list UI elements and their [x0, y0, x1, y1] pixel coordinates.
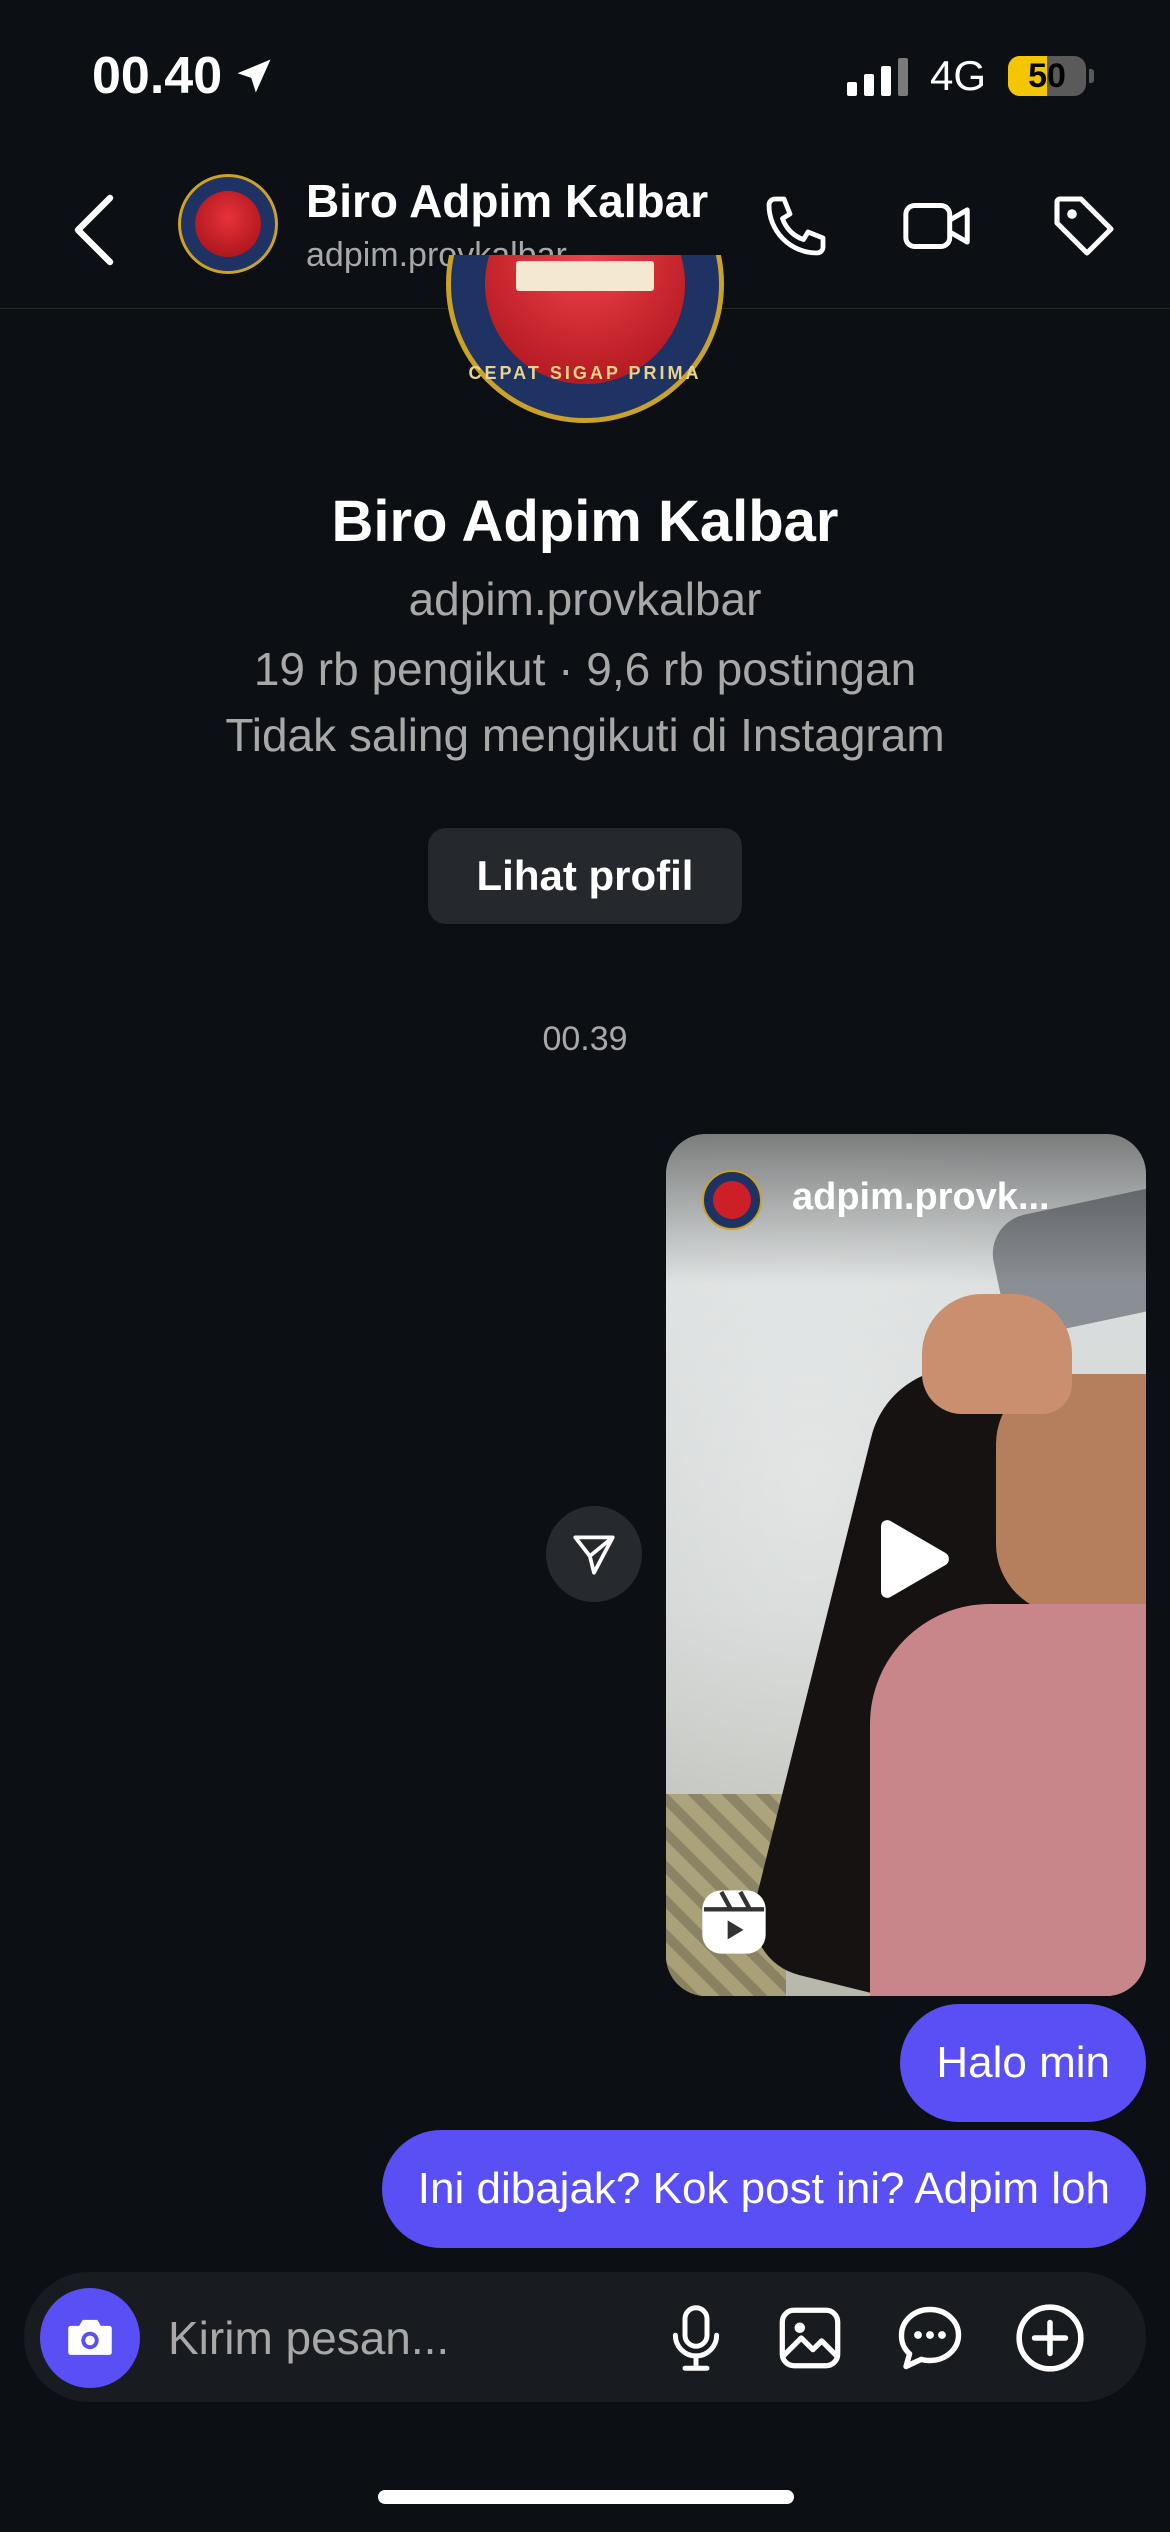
- status-indicators: 4G 50: [846, 52, 1094, 100]
- back-button[interactable]: [66, 190, 126, 270]
- profile-name: Biro Adpim Kalbar: [331, 489, 839, 554]
- more-options-button[interactable]: [1008, 2296, 1092, 2380]
- battery-icon: 50: [1008, 56, 1094, 96]
- header-name[interactable]: Biro Adpim Kalbar: [306, 174, 708, 228]
- reel-thumbnail-shirt: [870, 1604, 1146, 1996]
- profile-logo: CEPAT SIGAP PRIMA: [446, 255, 724, 455]
- reel-thumbnail-hand: [922, 1294, 1072, 1414]
- sticker-chat-icon: [898, 2306, 962, 2370]
- gallery-icon: [779, 2307, 841, 2369]
- message-bubble[interactable]: Halo min: [900, 2004, 1146, 2122]
- camera-icon: [68, 2319, 112, 2355]
- send-icon: [573, 1535, 615, 1575]
- view-profile-button[interactable]: Lihat profil: [428, 828, 742, 924]
- video-call-button[interactable]: [898, 186, 978, 266]
- tag-icon: [1054, 196, 1114, 256]
- camera-button[interactable]: [40, 2288, 140, 2388]
- follow-status: Tidak saling mengikuti di Instagram: [225, 709, 945, 761]
- battery-percent: 50: [1028, 56, 1066, 95]
- play-icon[interactable]: [866, 1514, 956, 1614]
- message-bubble[interactable]: Ini dibajak? Kok post ini? Adpim loh: [381, 2130, 1146, 2248]
- status-time: 00.40: [92, 46, 276, 106]
- location-arrow-icon: [237, 59, 271, 93]
- back-arrow-icon: [74, 194, 114, 266]
- message-timestamp: 00.39: [542, 1020, 628, 1058]
- home-indicator[interactable]: [378, 2490, 794, 2504]
- share-button[interactable]: [546, 1506, 642, 1602]
- tag-button[interactable]: [1044, 186, 1124, 266]
- shared-reel[interactable]: adpim.provk...: [666, 1134, 1146, 1996]
- sticker-button[interactable]: [888, 2296, 972, 2380]
- voice-call-button[interactable]: [756, 186, 836, 266]
- plus-circle-icon: [1016, 2304, 1084, 2372]
- reels-icon: [702, 1890, 766, 1954]
- profile-username: adpim.provkalbar: [408, 573, 762, 625]
- gallery-button[interactable]: [768, 2296, 852, 2380]
- video-camera-icon: [903, 203, 970, 249]
- phone-icon: [766, 196, 826, 256]
- reel-author-username: adpim.provk...: [792, 1176, 1050, 1218]
- network-type: 4G: [929, 52, 986, 99]
- cellular-signal-icon: [846, 56, 908, 96]
- header-avatar[interactable]: [178, 174, 278, 274]
- reel-author-avatar: [702, 1170, 762, 1230]
- status-time-text: 00.40: [92, 47, 223, 105]
- logo-motto: CEPAT SIGAP PRIMA: [468, 363, 702, 383]
- voice-message-button[interactable]: [654, 2296, 738, 2380]
- microphone-icon: [672, 2305, 720, 2371]
- profile-stats: 19 rb pengikut · 9,6 rb postingan: [253, 643, 917, 695]
- message-input[interactable]: [168, 2300, 628, 2376]
